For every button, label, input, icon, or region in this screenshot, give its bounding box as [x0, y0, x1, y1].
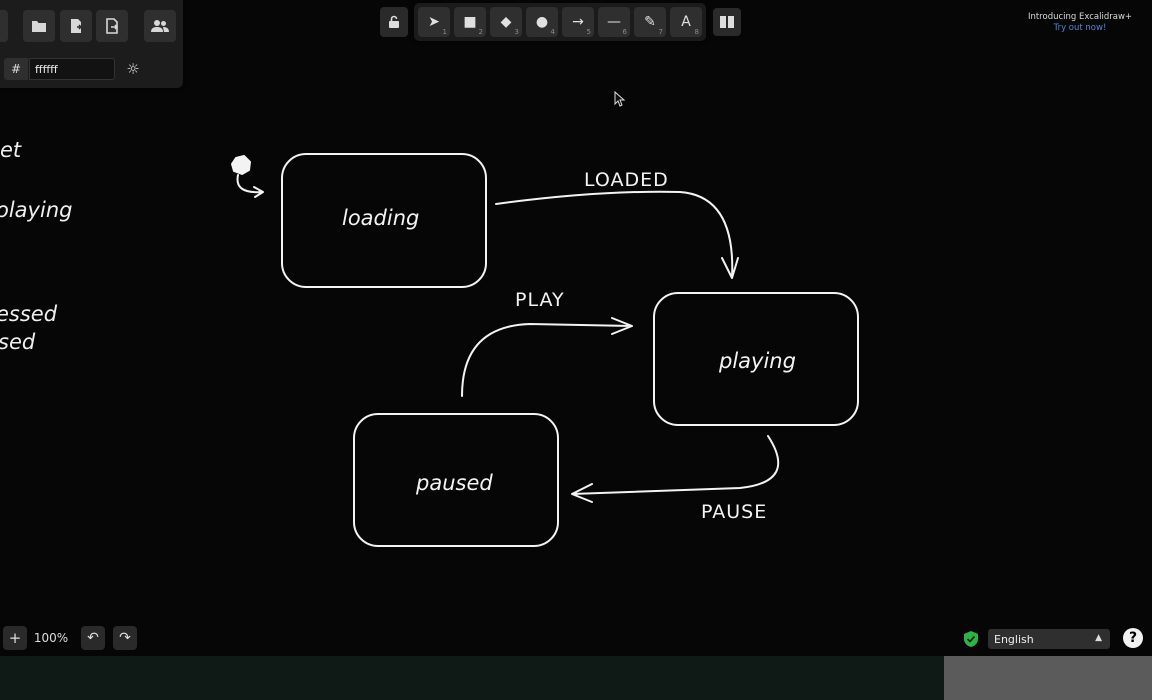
left-text-fragment: sed: [0, 330, 36, 354]
redo-icon: ↷: [119, 630, 131, 646]
lock-tool-button[interactable]: [380, 7, 408, 37]
bottom-strip-right: [944, 656, 1152, 700]
initial-state-dot: [231, 155, 251, 175]
caret-up-icon: ▲: [1095, 633, 1102, 643]
users-icon: [151, 20, 169, 32]
collaborate-button[interactable]: [144, 10, 176, 42]
pointer-icon: ➤: [428, 14, 440, 30]
language-value: English: [994, 632, 1034, 646]
theme-toggle-button[interactable]: ☼: [122, 58, 144, 80]
promo-link[interactable]: Try out now!: [1000, 23, 1152, 34]
save-file-icon: [71, 19, 83, 33]
canvas-menu-panel: # ☼: [0, 0, 183, 88]
tool-draw[interactable]: ✎ 7: [634, 7, 666, 37]
left-text-fragment: olaying: [0, 198, 73, 222]
folder-open-icon: [32, 21, 46, 32]
arrow-pause: [571, 435, 780, 503]
arrow-play: [461, 317, 633, 397]
state-label-playing: playing: [718, 349, 796, 373]
background-hash-label: #: [4, 58, 28, 80]
initial-arrow: [236, 174, 264, 198]
state-diagram: loading playing paused LOADED PLAY PAUSE: [231, 153, 859, 547]
shield-icon: [964, 631, 978, 647]
square-icon: ■: [463, 14, 477, 30]
export-image-icon: [106, 18, 119, 34]
zoom-level[interactable]: 100%: [30, 626, 72, 650]
arrow-loaded: [495, 190, 739, 279]
transition-label-pause: PAUSE: [701, 501, 767, 523]
circle-icon: ●: [535, 14, 549, 30]
line-icon: —: [607, 14, 621, 30]
tool-arrow[interactable]: → 5: [562, 7, 594, 37]
language-select[interactable]: English ▲: [988, 629, 1110, 649]
sun-icon: ☼: [126, 60, 140, 78]
tool-diamond[interactable]: ◆ 3: [490, 7, 522, 37]
open-button[interactable]: [23, 10, 55, 42]
arrow-icon: →: [572, 14, 584, 30]
left-text-fragment: et: [0, 138, 22, 162]
background-color-input[interactable]: [29, 58, 115, 80]
shape-toolbar: ➤ 1 ■ 2 ◆ 3 ● 4 → 5 —6 ✎ 7 A8: [414, 3, 706, 41]
tool-line[interactable]: —6: [598, 7, 630, 37]
tool-selection[interactable]: ➤ 1: [418, 7, 450, 37]
tool-rectangle[interactable]: ■ 2: [454, 7, 486, 37]
undo-icon: ↶: [87, 630, 99, 646]
zoom-in-button[interactable]: +: [3, 626, 27, 650]
state-label-loading: loading: [342, 206, 419, 230]
transition-label-loaded: LOADED: [584, 169, 669, 191]
save-button[interactable]: [60, 10, 92, 42]
library-button[interactable]: [713, 8, 741, 36]
pencil-icon: ✎: [644, 14, 656, 30]
state-label-paused: paused: [415, 471, 493, 495]
text-icon: A: [681, 14, 691, 30]
export-button[interactable]: [96, 10, 128, 42]
left-text-fragment: essed: [0, 302, 58, 326]
promo-title: Introducing Excalidraw+: [1027, 12, 1133, 22]
transition-label-play: PLAY: [515, 289, 565, 311]
library-book-icon: [720, 16, 734, 28]
help-button[interactable]: ?: [1123, 628, 1143, 648]
undo-button[interactable]: ↶: [81, 626, 105, 650]
partial-menu-button[interactable]: [0, 10, 8, 42]
tool-ellipse[interactable]: ● 4: [526, 7, 558, 37]
tool-text[interactable]: A8: [670, 7, 702, 37]
excalidraw-plus-promo: Introducing Excalidraw+ Try out now!: [1000, 12, 1152, 34]
lock-icon: [389, 15, 399, 28]
mouse-cursor-icon: [614, 91, 626, 107]
redo-button[interactable]: ↷: [113, 626, 137, 650]
diamond-icon: ◆: [500, 14, 512, 30]
